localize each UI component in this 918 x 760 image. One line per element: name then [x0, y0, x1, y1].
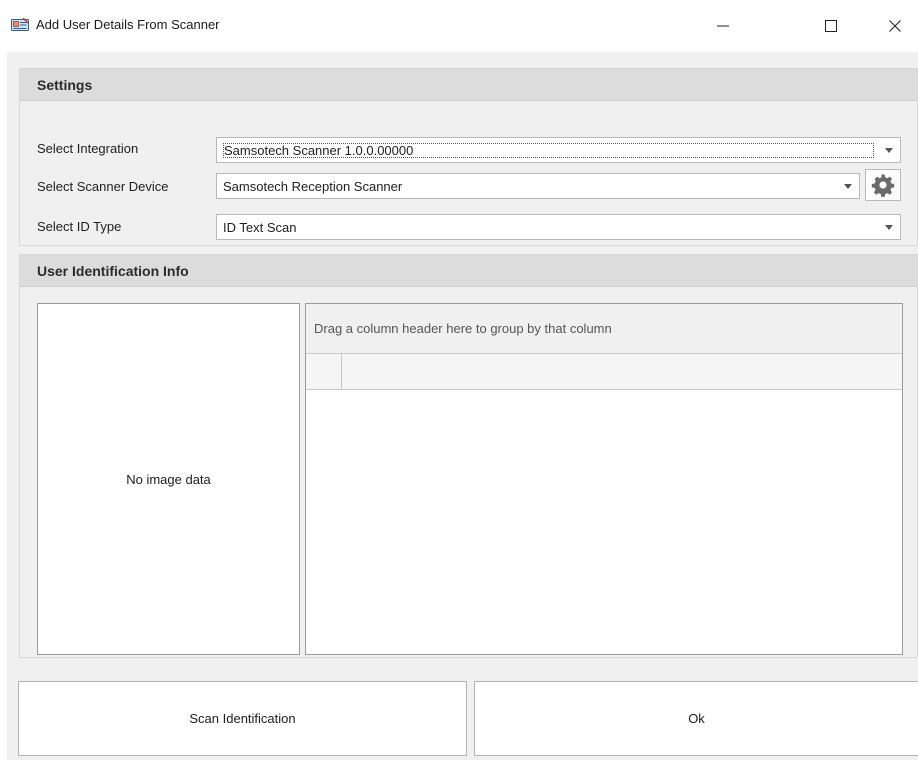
title-bar: Add User Details From Scanner [0, 0, 918, 52]
grid-column-header-row[interactable] [306, 354, 902, 390]
select-id-type-label: Select ID Type [37, 219, 122, 234]
close-icon [889, 20, 901, 32]
select-scanner-device-value: Samsotech Reception Scanner [223, 178, 403, 194]
grid-row-indicator-header[interactable] [306, 354, 342, 389]
maximize-icon [825, 20, 837, 32]
settings-group: Settings Select Integration Samsotech Sc… [19, 68, 918, 246]
identification-data-grid[interactable]: Drag a column header here to group by th… [305, 303, 903, 655]
group-by-hint: Drag a column header here to group by th… [314, 321, 612, 336]
ok-button[interactable]: Ok [474, 681, 918, 756]
scanner-settings-button[interactable] [865, 169, 901, 201]
user-identification-group: User Identification Info No image data D… [19, 254, 918, 658]
chevron-down-icon[interactable] [878, 138, 900, 162]
chevron-down-icon[interactable] [837, 174, 859, 198]
select-id-type-value: ID Text Scan [223, 219, 297, 235]
minimize-button[interactable] [700, 10, 746, 42]
maximize-button[interactable] [808, 10, 854, 42]
grid-group-by-panel[interactable]: Drag a column header here to group by th… [306, 304, 902, 354]
close-button[interactable] [872, 10, 918, 42]
grid-header-filler [342, 354, 902, 389]
select-integration-combo[interactable]: Samsotech Scanner 1.0.0.00000 [216, 137, 901, 163]
select-id-type-combo[interactable]: ID Text Scan [216, 214, 901, 240]
select-scanner-device-combo[interactable]: Samsotech Reception Scanner [216, 173, 860, 199]
select-scanner-device-label: Select Scanner Device [37, 179, 169, 194]
window-title: Add User Details From Scanner [36, 17, 220, 32]
settings-header: Settings [20, 69, 917, 101]
scan-identification-button[interactable]: Scan Identification [18, 681, 467, 756]
select-integration-label: Select Integration [37, 141, 139, 156]
scanner-card-icon [11, 17, 29, 32]
dialog-client-area: Settings Select Integration Samsotech Sc… [7, 52, 918, 760]
no-image-placeholder: No image data [126, 471, 211, 487]
id-image-panel: No image data [37, 303, 300, 655]
minimize-icon [717, 25, 729, 27]
gear-icon [871, 174, 895, 197]
select-integration-value: Samsotech Scanner 1.0.0.00000 [223, 142, 874, 158]
chevron-down-icon[interactable] [878, 215, 900, 239]
user-identification-header: User Identification Info [20, 255, 917, 287]
